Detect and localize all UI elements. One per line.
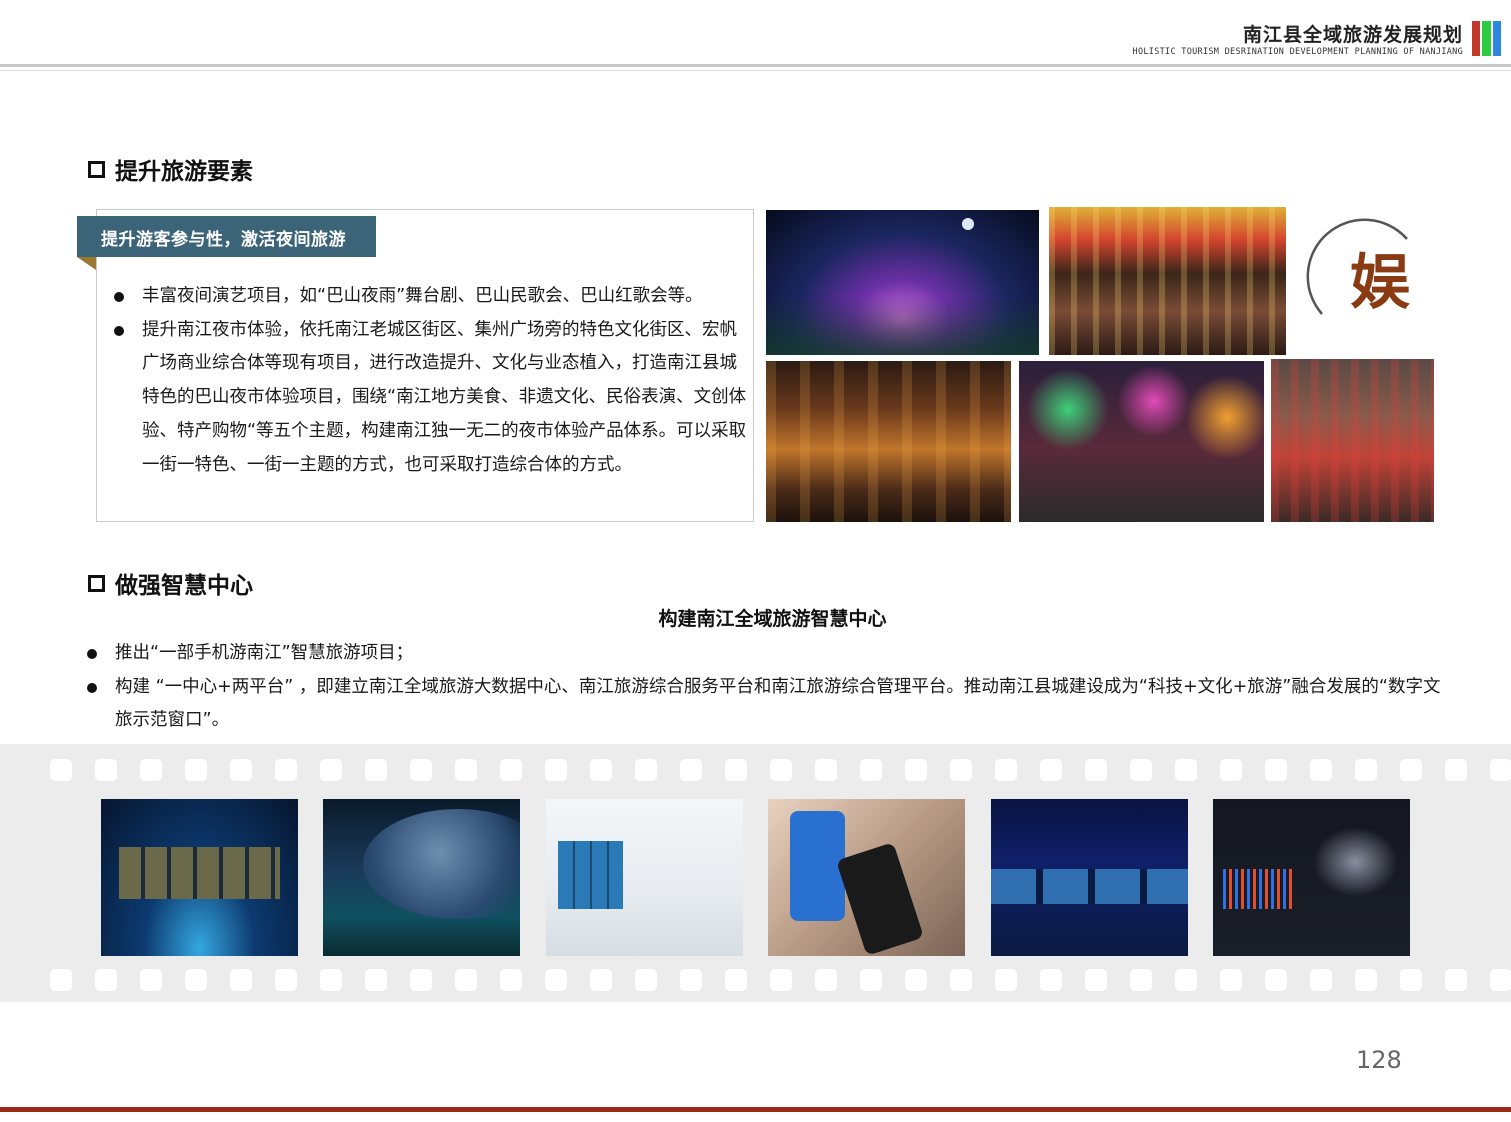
list-item: 构建 “一中心+两平台” ，即建立南江全域旅游大数据中心、南江旅游综合服务平台和… (85, 671, 1455, 738)
blue-bar (1492, 21, 1501, 56)
checkbox-square-icon (88, 574, 105, 592)
section-heading-text: 做强智慧中心 (115, 573, 253, 599)
planetarium-exhibit-photo (323, 799, 520, 956)
green-bar (1482, 21, 1491, 56)
checkbox-square-icon (88, 160, 105, 178)
lantern-market-photo (1019, 361, 1264, 522)
smart-center-title: 构建南江全域旅游智慧中心 (658, 608, 887, 630)
film-holes-top (50, 759, 1511, 781)
film-holes-bottom (50, 969, 1511, 991)
brand-color-bars (1472, 21, 1501, 56)
header-divider (0, 64, 1511, 67)
product-launch-stage-photo (991, 799, 1188, 956)
section-heading-tourism-elements: 提升旅游要素 (88, 152, 253, 186)
document-title: 南江县全域旅游发展规划 (1242, 24, 1463, 46)
page-number: 128 (1356, 1046, 1402, 1074)
ribbon-fold (77, 257, 96, 270)
footer-line (0, 1107, 1511, 1112)
old-street-night-photo (766, 361, 1011, 522)
document-subtitle: HOLISTIC TOURISM DESRINATION DEVELOPMENT… (1132, 47, 1463, 57)
list-item: 提升南江夜市体验，依托南江老城区街区、集州广场旁的特色文化街区、宏帆广场商业综合… (112, 314, 752, 483)
night-tourism-bullet-list: 丰富夜间演艺项目，如“巴山夜雨”舞台剧、巴山民歌会、巴山红歌会等。 提升南江夜市… (112, 280, 752, 482)
red-bar (1472, 21, 1481, 56)
night-performance-photo (766, 210, 1039, 355)
street-crowd-photo (1271, 359, 1434, 522)
header-divider-thin (0, 70, 1511, 71)
section-heading-text: 提升旅游要素 (115, 159, 253, 185)
vr-panorama-interface-photo (101, 799, 298, 956)
data-center-display-wall-photo (546, 799, 743, 956)
list-item: 丰富夜间演艺项目，如“巴山夜雨”舞台剧、巴山民歌会、巴山红歌会等。 (112, 280, 752, 314)
ribbon-label: 提升游客参与性，激活夜间旅游 (77, 216, 376, 257)
night-market-crowd-photo (1049, 207, 1286, 355)
section-heading-smart-center: 做强智慧中心 (88, 566, 253, 600)
smart-center-bullet-list: 推出“一部手机游南江”智慧旅游项目； 构建 “一中心+两平台” ，即建立南江全域… (85, 637, 1455, 738)
analytics-dashboard-photo (1213, 799, 1410, 956)
entertainment-badge-char: 娱 (1350, 248, 1410, 318)
list-item: 推出“一部手机游南江”智慧旅游项目； (85, 637, 1455, 671)
mobile-payment-photo (768, 799, 965, 956)
